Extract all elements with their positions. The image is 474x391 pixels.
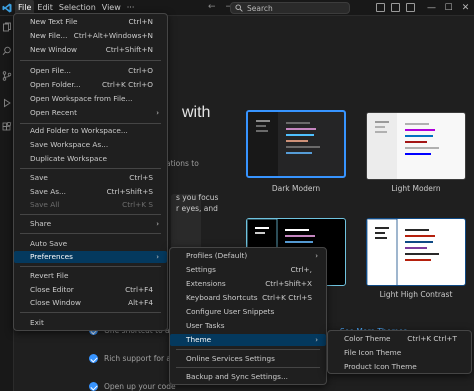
menu-item-duplicate-workspace[interactable]: Duplicate Workspace xyxy=(14,153,167,165)
theme-card-light-modern[interactable] xyxy=(366,112,466,180)
menu-separator xyxy=(20,233,161,234)
menu-item-new-window[interactable]: New Window Ctrl+Shift+N xyxy=(14,44,167,56)
light-high-contrast-preview xyxy=(367,219,439,285)
toggle-panel-icon[interactable] xyxy=(391,3,400,12)
menu-item-open-recent[interactable]: Open Recent › xyxy=(14,107,167,119)
checkmark-icon xyxy=(89,382,98,391)
back-arrow-icon[interactable]: ← xyxy=(208,2,216,12)
search-placeholder: Search xyxy=(247,3,273,13)
menu-item-profiles[interactable]: Profiles (Default) › xyxy=(170,250,326,262)
search-view-icon[interactable] xyxy=(2,46,12,56)
layout-controls xyxy=(376,3,415,12)
menu-item-add-folder[interactable]: Add Folder to Workspace... xyxy=(14,125,167,137)
menu-item-open-file[interactable]: Open File... Ctrl+O xyxy=(14,65,167,77)
menu-item-share[interactable]: Share › xyxy=(14,218,167,230)
menu-item-preferences[interactable]: Preferences › xyxy=(14,251,167,263)
menu-item-product-icon-theme[interactable]: Product Icon Theme xyxy=(328,361,471,373)
menu-separator xyxy=(176,367,320,368)
extensions-icon[interactable] xyxy=(2,122,12,132)
window-controls: — ☐ ✕ xyxy=(423,0,474,16)
checkmark-icon xyxy=(89,354,98,363)
menu-item-open-workspace[interactable]: Open Workspace from File... xyxy=(14,93,167,105)
source-control-icon[interactable] xyxy=(2,71,12,81)
file-menu: New Text File Ctrl+N New File... Ctrl+Alt+… xyxy=(13,13,168,331)
chevron-right-icon: › xyxy=(156,253,159,261)
toggle-secondary-sidebar-icon[interactable] xyxy=(406,3,415,12)
welcome-heading: with xyxy=(182,104,211,121)
menu-item-user-tasks[interactable]: User Tasks xyxy=(170,320,326,332)
toggle-sidebar-icon[interactable] xyxy=(376,3,385,12)
run-debug-icon[interactable] xyxy=(2,98,12,108)
close-icon[interactable]: ✕ xyxy=(457,0,474,16)
menu-separator xyxy=(20,123,161,124)
walkthrough-text: s you focus r eyes, and xyxy=(176,193,219,213)
theme-card-light-high-contrast[interactable] xyxy=(366,218,466,286)
search-icon xyxy=(235,4,243,12)
menu-item-extensions[interactable]: Extensions Ctrl+Shift+X xyxy=(170,278,326,290)
menu-item-new-text-file[interactable]: New Text File Ctrl+N xyxy=(14,16,167,28)
menu-item-exit[interactable]: Exit xyxy=(14,317,167,329)
preferences-submenu: Profiles (Default) › Settings Ctrl+, Exten… xyxy=(169,247,327,385)
menu-item-close-window[interactable]: Close Window Alt+F4 xyxy=(14,297,167,309)
menu-item-file-icon-theme[interactable]: File Icon Theme xyxy=(328,347,471,359)
dark-modern-preview xyxy=(248,112,320,176)
menu-item-settings[interactable]: Settings Ctrl+, xyxy=(170,264,326,276)
menu-item-save-all[interactable]: Save All Ctrl+K S xyxy=(14,199,167,211)
menu-item-open-folder[interactable]: Open Folder... Ctrl+K Ctrl+O xyxy=(14,79,167,91)
chevron-right-icon: › xyxy=(315,252,318,260)
light-modern-preview xyxy=(367,113,439,179)
theme-label-light-high-contrast: Light High Contrast xyxy=(379,290,453,299)
theme-label-light-modern: Light Modern xyxy=(391,184,441,193)
menu-item-save-workspace-as[interactable]: Save Workspace As... xyxy=(14,139,167,151)
menu-item-auto-save[interactable]: Auto Save xyxy=(14,238,167,250)
command-center-search[interactable]: Search xyxy=(230,2,350,14)
menu-item-online-services[interactable]: Online Services Settings xyxy=(170,353,326,365)
chevron-right-icon: › xyxy=(156,109,159,117)
theme-submenu: Color Theme Ctrl+K Ctrl+T File Icon Theme… xyxy=(327,330,472,374)
menu-item-new-file[interactable]: New File... Ctrl+Alt+Windows+N xyxy=(14,30,167,42)
menu-separator xyxy=(20,266,161,267)
activity-bar xyxy=(0,16,14,391)
vscode-logo-icon xyxy=(0,0,14,16)
chevron-right-icon: › xyxy=(156,220,159,228)
menu-item-backup-sync[interactable]: Backup and Sync Settings... xyxy=(170,371,326,383)
menu-item-save[interactable]: Save Ctrl+S xyxy=(14,172,167,184)
explorer-icon[interactable] xyxy=(2,22,12,32)
maximize-icon[interactable]: ☐ xyxy=(440,0,457,16)
menu-item-keyboard-shortcuts[interactable]: Keyboard Shortcuts Ctrl+K Ctrl+S xyxy=(170,292,326,304)
menu-item-close-editor[interactable]: Close Editor Ctrl+F4 xyxy=(14,284,167,296)
menu-item-color-theme[interactable]: Color Theme Ctrl+K Ctrl+T xyxy=(328,333,471,345)
feature-item[interactable]: Open up your code xyxy=(89,382,176,391)
menu-separator xyxy=(20,214,161,215)
menu-item-theme[interactable]: Theme › xyxy=(170,334,326,346)
theme-label-dark-modern: Dark Modern xyxy=(271,184,321,193)
menu-item-configure-snippets[interactable]: Configure User Snippets xyxy=(170,306,326,318)
menu-separator xyxy=(20,60,161,61)
theme-card-dark-modern[interactable] xyxy=(246,110,346,178)
menu-separator xyxy=(176,349,320,350)
menu-item-save-as[interactable]: Save As... Ctrl+Shift+S xyxy=(14,186,167,198)
minimize-icon[interactable]: — xyxy=(423,0,440,16)
menu-separator xyxy=(20,312,161,313)
menu-item-revert-file[interactable]: Revert File xyxy=(14,270,167,282)
chevron-right-icon: › xyxy=(315,336,318,344)
menu-separator xyxy=(20,168,161,169)
